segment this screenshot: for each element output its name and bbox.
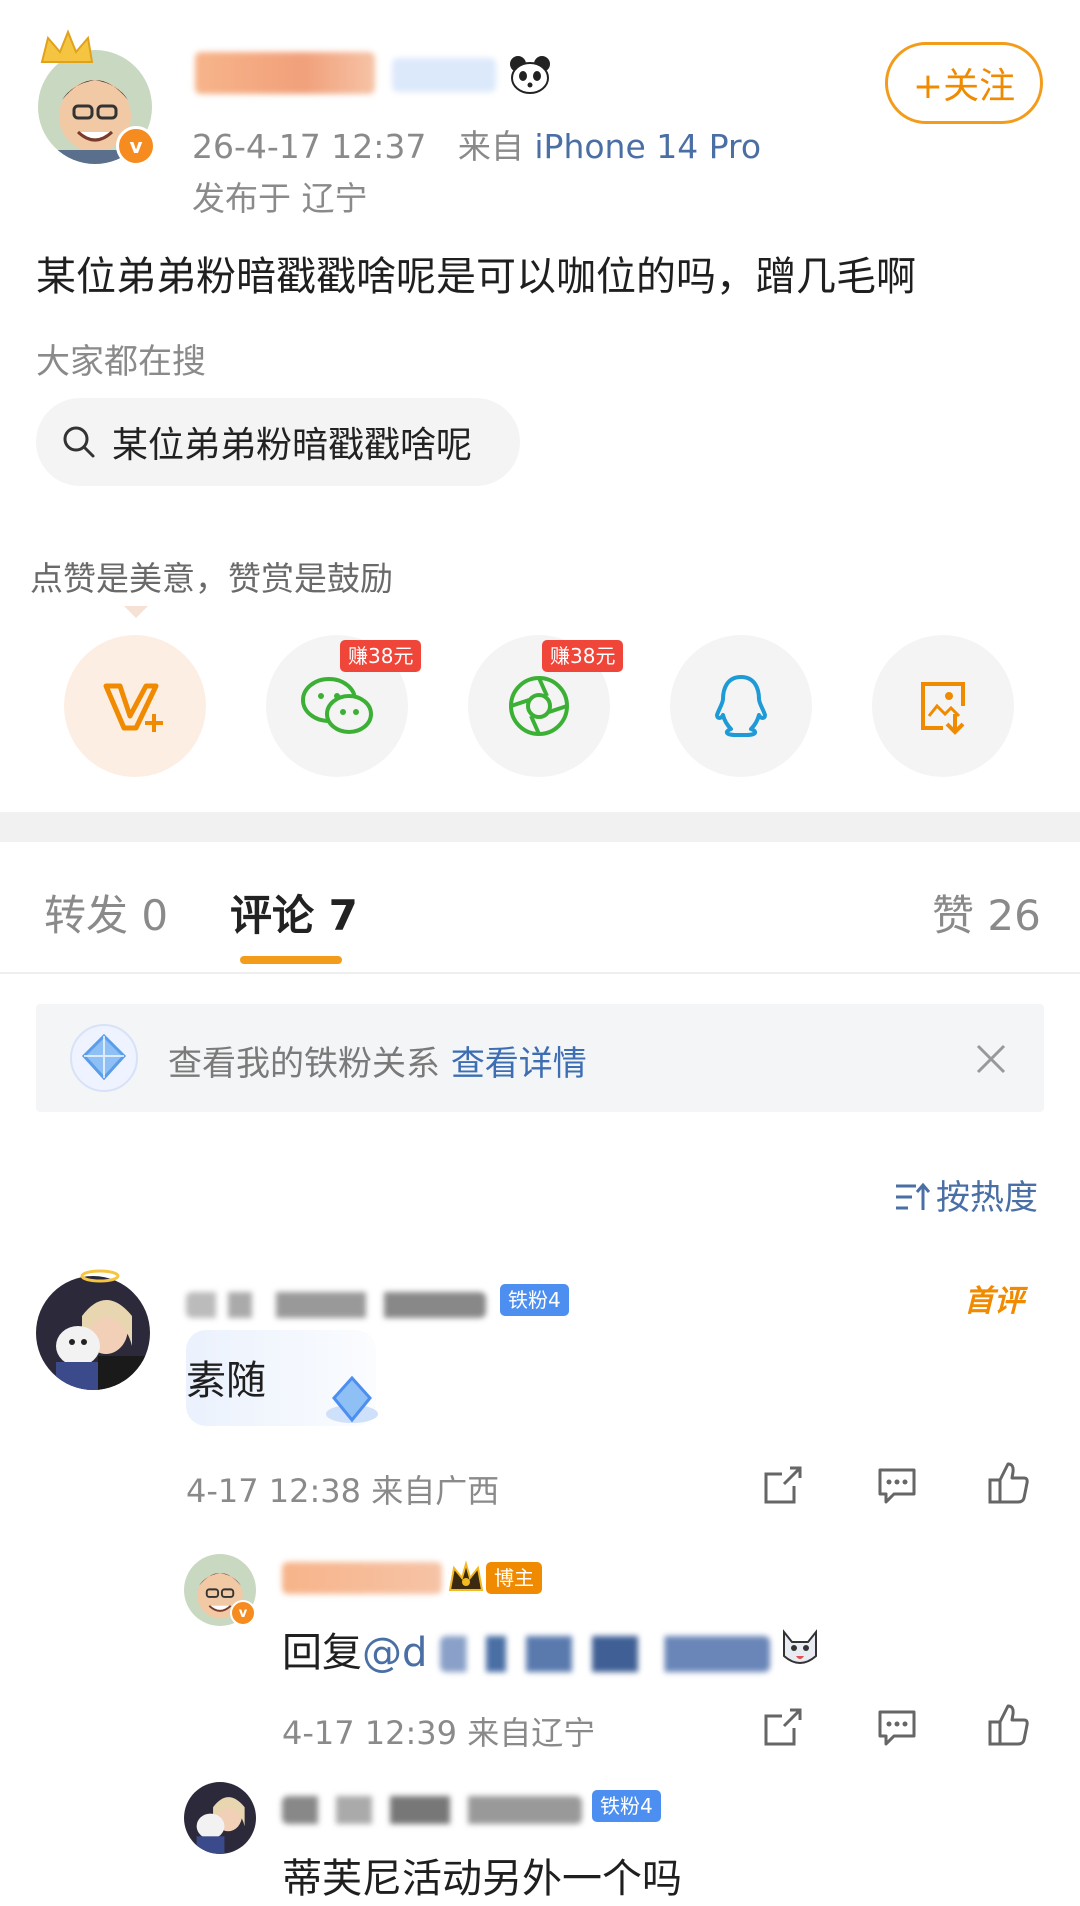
crown-icon	[446, 1560, 486, 1594]
post-device[interactable]: iPhone 14 Pro	[534, 127, 761, 166]
trending-search-chip[interactable]: 某位弟弟粉暗戳戳啥呢	[36, 398, 520, 486]
comment-text: 素随	[186, 1358, 266, 1404]
tab-comments[interactable]: 评论 7	[230, 882, 358, 943]
commenter-name[interactable]	[186, 1292, 486, 1318]
trending-search-text: 某位弟弟粉暗戳戳啥呢	[112, 425, 473, 466]
post-location: 发布于 辽宁	[192, 179, 368, 218]
fan-relationship-label: 查看我的铁粉关系	[168, 1044, 440, 1084]
reward-tip: 点赞是美意，赞赏是鼓励	[30, 559, 393, 598]
author-name-badge	[392, 58, 496, 92]
reply2-text: 蒂芙尼活动另外一个吗	[282, 1856, 682, 1902]
blogger-tag: 博主	[486, 1562, 542, 1594]
reply-text: 回复@d	[282, 1620, 427, 1678]
reply-like-icon[interactable]	[986, 1702, 1032, 1748]
save-image-icon	[921, 682, 965, 735]
reply-mention-blurred	[440, 1636, 770, 1672]
search-icon	[63, 426, 95, 458]
moments-icon	[509, 676, 569, 736]
sort-label: 按热度	[936, 1178, 1038, 1218]
tab-repost[interactable]: 转发 0	[44, 882, 168, 943]
v-plus-icon	[103, 683, 163, 732]
trending-label: 大家都在搜	[36, 342, 206, 382]
active-tab-indicator	[240, 956, 342, 964]
reply2-author-avatar[interactable]	[184, 1782, 256, 1854]
post-meta: 26-4-17 12:37 来自 iPhone 14 Pro	[192, 120, 761, 168]
bubble-diamond-icon	[320, 1372, 384, 1428]
reply-author-name[interactable]	[282, 1562, 442, 1594]
fan-details-link[interactable]: 查看详情	[451, 1044, 587, 1084]
reply-verified-badge-icon: v	[230, 1600, 256, 1626]
post-text: 某位弟弟粉暗戳戳啥呢是可以咖位的吗，蹭几毛啊	[36, 254, 916, 300]
share-qq-button[interactable]	[670, 635, 812, 777]
comment-meta: 4-17 12:38 来自广西	[186, 1472, 500, 1510]
qq-icon	[715, 675, 767, 737]
reply-mention[interactable]: @d	[362, 1630, 427, 1676]
tip-arrow	[124, 606, 148, 618]
sort-icon	[896, 1182, 931, 1210]
like-icon[interactable]	[986, 1460, 1032, 1506]
commenter-avatar[interactable]	[36, 1276, 150, 1390]
verified-badge-icon: v	[116, 126, 156, 166]
post-time: 26-4-17 12:37	[192, 127, 427, 166]
reward-button[interactable]	[64, 635, 206, 777]
fan-relationship-text: 查看我的铁粉关系 查看详情	[168, 1036, 587, 1085]
panda-icon	[508, 54, 552, 94]
reply2-iron-fan-tag: 铁粉4	[592, 1790, 661, 1822]
follow-button[interactable]: +关注	[885, 42, 1043, 124]
author-name[interactable]	[195, 52, 375, 94]
halo-icon	[80, 1268, 120, 1283]
husky-emoji-icon	[776, 1622, 824, 1670]
section-divider	[0, 812, 1080, 842]
tab-likes[interactable]: 赞 26	[932, 882, 1041, 943]
tabs-divider	[0, 972, 1080, 974]
first-comment-badge: 首评	[964, 1284, 1024, 1319]
wechat-icon	[301, 677, 373, 734]
reply-comment-icon[interactable]	[874, 1704, 920, 1750]
reply-prefix: 回复	[282, 1630, 362, 1676]
iron-fan-tag: 铁粉4	[500, 1284, 569, 1316]
comment-icon[interactable]	[874, 1462, 920, 1508]
reply-meta: 4-17 12:39 来自辽宁	[282, 1714, 596, 1752]
diamond-icon	[68, 1022, 140, 1094]
reply-share-icon[interactable]	[760, 1704, 806, 1750]
sort-toggle[interactable]: 按热度	[894, 1170, 1038, 1219]
reply2-author-name[interactable]	[282, 1796, 582, 1824]
crown-decoration-icon	[36, 28, 96, 68]
post-source-prefix: 来自	[457, 127, 524, 166]
moments-earn-badge: 赚38元	[542, 640, 624, 672]
close-icon[interactable]	[974, 1042, 1008, 1076]
save-image-button[interactable]	[872, 635, 1014, 777]
wechat-earn-badge: 赚38元	[340, 640, 422, 672]
share-icon[interactable]	[760, 1462, 806, 1508]
